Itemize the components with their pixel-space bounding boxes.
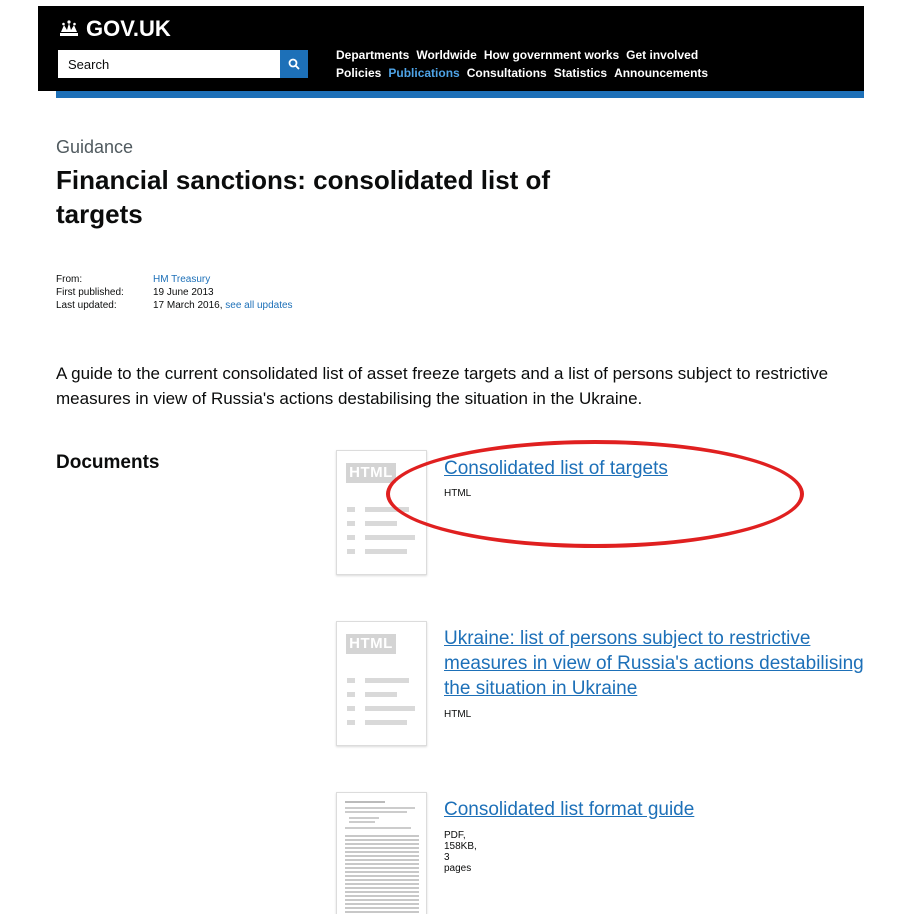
nav-consultations[interactable]: Consultations — [467, 66, 547, 80]
document-title-link[interactable]: Ukraine: list of persons subject to rest… — [444, 626, 884, 701]
thumb-line — [365, 535, 415, 540]
meta-updated-label: Last updated: — [56, 300, 117, 311]
search-button[interactable] — [280, 50, 308, 78]
see-all-updates-link[interactable]: see all updates — [225, 299, 292, 312]
document-meta: PDF, 158KB, 3 pages — [444, 830, 477, 874]
meta-published-value: 19 June 2013 — [153, 287, 214, 298]
thumb-label: HTML — [346, 634, 396, 654]
thumb-line — [345, 827, 411, 829]
thumb-line — [345, 801, 385, 803]
meta-published-label: First published: — [56, 287, 124, 298]
thumb-label: HTML — [346, 463, 396, 483]
search-input[interactable] — [58, 50, 280, 78]
meta-updated: Last updated: 17 March 2016, see all upd… — [56, 299, 293, 312]
nav-how-government-works[interactable]: How government works — [484, 48, 619, 62]
nav-announcements[interactable]: Announcements — [614, 66, 708, 80]
metadata: From: HM Treasury First published: 19 Ju… — [56, 273, 293, 312]
thumb-line — [347, 692, 355, 697]
nav-policies[interactable]: Policies — [336, 66, 381, 80]
crown-icon — [60, 20, 78, 36]
thumb-line — [365, 507, 409, 512]
document-title-link[interactable]: Consolidated list of targets — [444, 456, 884, 481]
meta-published: First published: 19 June 2013 — [56, 286, 293, 299]
thumb-line — [345, 811, 407, 813]
content-type-label: Guidance — [56, 137, 134, 157]
thumb-line — [347, 678, 355, 683]
pdf-document-thumbnail[interactable] — [336, 792, 427, 914]
documents-heading: Documents — [56, 452, 160, 473]
header-accent-bar — [56, 91, 864, 98]
thumb-line — [347, 535, 355, 540]
thumb-line — [365, 692, 397, 697]
main-nav: Departments Worldwide How government works… — [336, 46, 715, 82]
meta-from-label: From: — [56, 274, 83, 285]
nav-publications[interactable]: Publications — [388, 66, 459, 80]
nav-statistics[interactable]: Statistics — [554, 66, 607, 80]
meta-from-link[interactable]: HM Treasury — [153, 273, 210, 286]
govuk-logo[interactable]: GOV.UK — [58, 16, 171, 42]
meta-updated-value: 17 March 2016, — [153, 300, 223, 311]
thumb-line — [347, 507, 355, 512]
thumb-line — [347, 549, 355, 554]
search-icon — [288, 58, 300, 70]
meta-from: From: HM Treasury — [56, 273, 293, 286]
nav-row-2: Policies Publications Consultations Statist… — [336, 64, 715, 82]
thumb-line — [365, 521, 397, 526]
thumb-line — [347, 521, 355, 526]
thumb-line — [347, 706, 355, 711]
document-meta: HTML — [444, 488, 472, 499]
nav-worldwide[interactable]: Worldwide — [416, 48, 476, 62]
page-title: Financial sanctions: consolidated list o… — [56, 165, 551, 229]
thumb-line — [365, 706, 415, 711]
html-document-thumbnail[interactable]: HTML — [336, 621, 427, 746]
logo-text: GOV.UK — [86, 16, 171, 41]
nav-get-involved[interactable]: Get involved — [626, 48, 698, 62]
thumb-line — [345, 807, 415, 809]
document-meta: HTML — [444, 709, 472, 720]
site-header: GOV.UK Departments Worldwide How governmen… — [38, 6, 864, 91]
document-title-link[interactable]: Consolidated list format guide — [444, 797, 884, 822]
thumb-line — [349, 821, 375, 823]
thumb-line — [365, 678, 409, 683]
page-summary: A guide to the current consolidated list… — [56, 364, 829, 408]
thumb-line — [349, 817, 379, 819]
nav-row-1: Departments Worldwide How government works… — [336, 46, 715, 64]
thumb-line — [365, 549, 407, 554]
nav-departments[interactable]: Departments — [336, 48, 409, 62]
thumb-line — [365, 720, 407, 725]
thumb-table — [345, 833, 419, 913]
thumb-line — [347, 720, 355, 725]
search-box — [58, 50, 308, 78]
html-document-thumbnail[interactable]: HTML — [336, 450, 427, 575]
